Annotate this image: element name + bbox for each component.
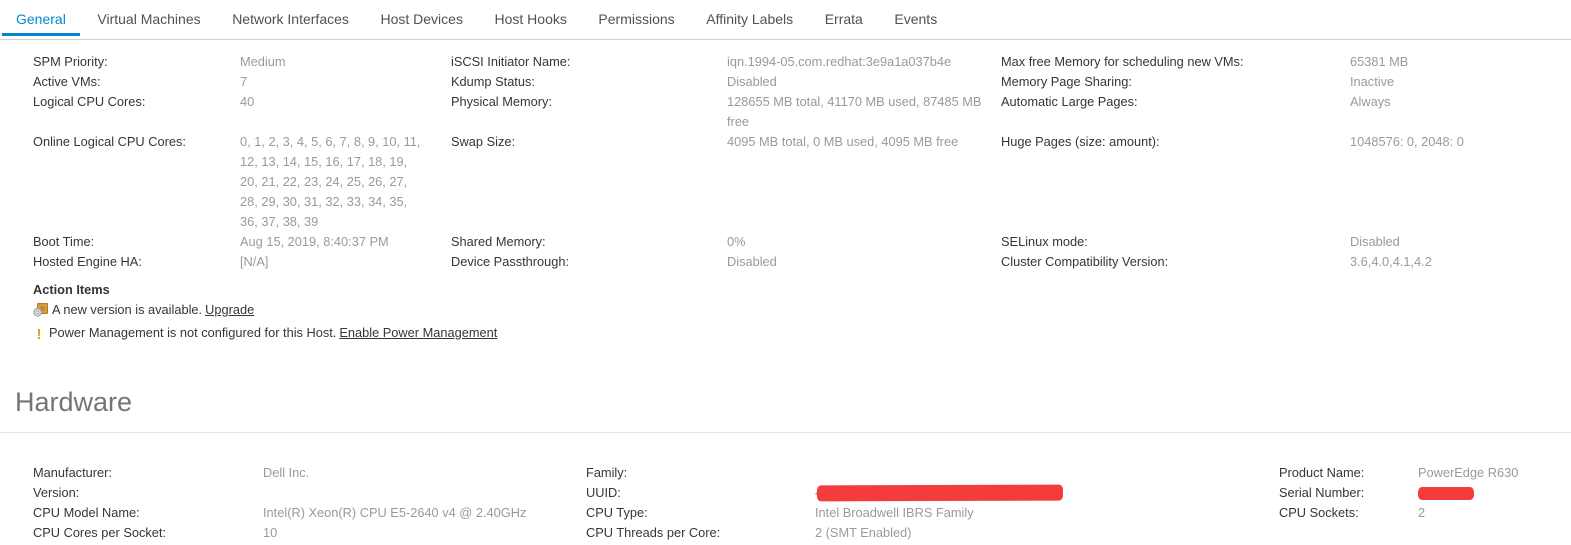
tab-errata[interactable]: Errata (811, 0, 877, 36)
tab-general[interactable]: General (2, 0, 80, 36)
logical-cpu-cores-label: Logical CPU Cores: (33, 92, 240, 132)
tab-affinity-labels[interactable]: Affinity Labels (692, 0, 807, 36)
general-info-grid: SPM Priority: Medium iSCSI Initiator Nam… (33, 52, 1571, 272)
cpu-type-value: Intel Broadwell IBRS Family (815, 503, 1279, 523)
tab-host-hooks[interactable]: Host Hooks (481, 0, 581, 36)
swap-size-label: Swap Size: (451, 132, 727, 232)
upgrade-available-icon (33, 301, 49, 323)
tab-network-interfaces[interactable]: Network Interfaces (218, 0, 363, 36)
tab-host-devices[interactable]: Host Devices (366, 0, 476, 36)
spm-priority-value: Medium (240, 52, 451, 72)
uuid-redaction (817, 485, 1063, 502)
online-logical-cpu-cores-label: Online Logical CPU Cores: (33, 132, 240, 232)
product-name-label: Product Name: (1279, 463, 1418, 483)
action-item-upgrade: A new version is available.Upgrade (33, 300, 1571, 323)
hosted-engine-ha-value: [N/A] (240, 252, 451, 272)
boot-time-label: Boot Time: (33, 232, 240, 252)
shared-memory-value: 0% (727, 232, 1001, 252)
max-free-memory-value: 65381 MB (1350, 52, 1571, 72)
detail-tabbar: General Virtual Machines Network Interfa… (0, 0, 1571, 40)
active-vms-label: Active VMs: (33, 72, 240, 92)
product-name-value: PowerEdge R630 (1418, 463, 1571, 483)
automatic-large-pages-value: Always (1350, 92, 1571, 132)
action-item-power-management: ! Power Management is not configured for … (33, 323, 1571, 343)
physical-memory-value: 128655 MB total, 41170 MB used, 87485 MB… (727, 92, 1001, 132)
swap-size-value: 4095 MB total, 0 MB used, 4095 MB free (727, 132, 1001, 232)
kdump-status-label: Kdump Status: (451, 72, 727, 92)
enable-power-management-link[interactable]: Enable Power Management (339, 325, 497, 340)
active-vms-value: 7 (240, 72, 451, 92)
hosted-engine-ha-label: Hosted Engine HA: (33, 252, 240, 272)
action-items-title: Action Items (33, 280, 1571, 300)
warning-icon: ! (33, 327, 45, 342)
hardware-info-grid: Manufacturer: Dell Inc. Family: Product … (0, 433, 1571, 543)
version-value (263, 483, 586, 503)
hardware-empty-value (1418, 523, 1571, 543)
cpu-cores-per-socket-label: CPU Cores per Socket: (33, 523, 263, 543)
cpu-type-label: CPU Type: (586, 503, 815, 523)
family-value (815, 463, 1279, 483)
selinux-mode-value: Disabled (1350, 232, 1571, 252)
serial-number-value (1418, 483, 1571, 503)
boot-time-value: Aug 15, 2019, 8:40:37 PM (240, 232, 451, 252)
physical-memory-label: Physical Memory: (451, 92, 727, 132)
serial-number-label: Serial Number: (1279, 483, 1418, 503)
uuid-label: UUID: (586, 483, 815, 503)
cluster-compatibility-version-label: Cluster Compatibility Version: (1001, 252, 1350, 272)
tab-events[interactable]: Events (880, 0, 951, 36)
upgrade-link[interactable]: Upgrade (205, 302, 254, 317)
cpu-sockets-label: CPU Sockets: (1279, 503, 1418, 523)
memory-page-sharing-label: Memory Page Sharing: (1001, 72, 1350, 92)
uuid-value: 4 (815, 483, 1279, 503)
cpu-model-name-value: Intel(R) Xeon(R) CPU E5-2640 v4 @ 2.40GH… (263, 503, 586, 523)
cpu-threads-per-core-label: CPU Threads per Core: (586, 523, 815, 543)
kdump-status-value: Disabled (727, 72, 1001, 92)
general-info-panel: SPM Priority: Medium iSCSI Initiator Nam… (0, 40, 1571, 343)
hardware-section-title: Hardware (15, 387, 1571, 418)
version-label: Version: (33, 483, 263, 503)
selinux-mode-label: SELinux mode: (1001, 232, 1350, 252)
logical-cpu-cores-value: 40 (240, 92, 451, 132)
memory-page-sharing-value: Inactive (1350, 72, 1571, 92)
device-passthrough-value: Disabled (727, 252, 1001, 272)
iscsi-initiator-name-label: iSCSI Initiator Name: (451, 52, 727, 72)
family-label: Family: (586, 463, 815, 483)
cpu-model-name-label: CPU Model Name: (33, 503, 263, 523)
shared-memory-label: Shared Memory: (451, 232, 727, 252)
cluster-compatibility-version-value: 3.6,4.0,4.1,4.2 (1350, 252, 1571, 272)
hardware-empty-label (1279, 523, 1418, 543)
manufacturer-label: Manufacturer: (33, 463, 263, 483)
huge-pages-label: Huge Pages (size: amount): (1001, 132, 1350, 232)
online-logical-cpu-cores-value: 0, 1, 2, 3, 4, 5, 6, 7, 8, 9, 10, 11, 12… (240, 132, 451, 232)
manufacturer-value: Dell Inc. (263, 463, 586, 483)
power-management-message: Power Management is not configured for t… (49, 325, 336, 340)
max-free-memory-label: Max free Memory for scheduling new VMs: (1001, 52, 1350, 72)
iscsi-initiator-name-value: iqn.1994-05.com.redhat:3e9a1a037b4e (727, 52, 1001, 72)
tab-permissions[interactable]: Permissions (584, 0, 688, 36)
automatic-large-pages-label: Automatic Large Pages: (1001, 92, 1350, 132)
tab-virtual-machines[interactable]: Virtual Machines (83, 0, 214, 36)
action-items-section: Action Items A new version is available.… (33, 280, 1571, 343)
upgrade-message: A new version is available. (52, 302, 202, 317)
cpu-threads-per-core-value: 2 (SMT Enabled) (815, 523, 1279, 543)
huge-pages-value: 1048576: 0, 2048: 0 (1350, 132, 1571, 232)
spm-priority-label: SPM Priority: (33, 52, 240, 72)
cpu-sockets-value: 2 (1418, 503, 1571, 523)
device-passthrough-label: Device Passthrough: (451, 252, 727, 272)
cpu-cores-per-socket-value: 10 (263, 523, 586, 543)
serial-number-redaction (1418, 487, 1474, 500)
